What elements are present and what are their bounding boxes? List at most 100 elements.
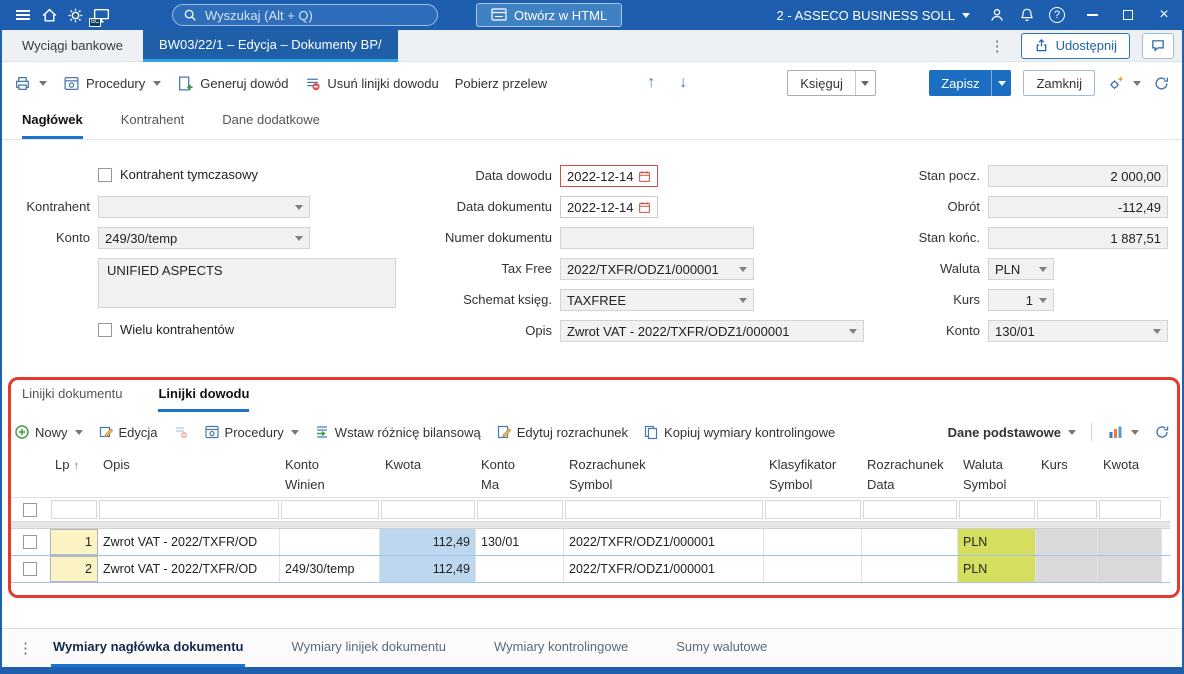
- tab-kontrahent[interactable]: Kontrahent: [121, 112, 185, 139]
- col-rozrachunek-data[interactable]: Rozrachunek Data: [862, 452, 958, 497]
- obrot-field[interactable]: -112,49: [988, 196, 1168, 218]
- col-konto-winien[interactable]: Konto Winien: [280, 452, 380, 497]
- arrow-down-icon[interactable]: ↓: [675, 74, 691, 92]
- kontrahent-name-box[interactable]: UNIFIED ASPECTS: [98, 258, 396, 308]
- waluta-select[interactable]: PLN: [988, 258, 1054, 280]
- settings-gear-icon[interactable]: [62, 2, 88, 28]
- col-kwota[interactable]: Kwota: [380, 452, 476, 497]
- workstation-icon[interactable]: BC: [88, 2, 114, 28]
- tab-wyciagi-bankowe[interactable]: Wyciągi bankowe: [2, 38, 143, 53]
- user-icon[interactable]: [984, 2, 1010, 28]
- zapisz-button[interactable]: Zapisz: [929, 70, 1012, 96]
- dane-podstawowe-selector[interactable]: Dane podstawowe: [948, 425, 1076, 440]
- tab-wymiary-kontrolingowe[interactable]: Wymiary kontrolingowe: [492, 629, 630, 667]
- kontrahent-tymczasowy-checkbox[interactable]: [98, 167, 112, 182]
- table-row[interactable]: 1 Zwrot VAT - 2022/TXFR/OD 112,49 130/01…: [10, 529, 1170, 556]
- filter-lp[interactable]: [51, 500, 97, 519]
- kontrahent-select[interactable]: [98, 196, 310, 218]
- tab-naglowek[interactable]: Nagłówek: [22, 112, 83, 139]
- global-search[interactable]: [172, 4, 438, 26]
- zamknij-button[interactable]: Zamknij: [1023, 70, 1095, 96]
- stan-konc-field[interactable]: 1 887,51: [988, 227, 1168, 249]
- filter-rozrachunek-data[interactable]: [863, 500, 957, 519]
- schemat-ksieg-select[interactable]: TAXFREE: [560, 289, 754, 311]
- col-kwota-waluta[interactable]: Kwota: [1098, 452, 1162, 497]
- copy-dimensions-button[interactable]: Kopiuj wymiary kontrolingowe: [643, 424, 835, 440]
- row-checkbox[interactable]: [23, 562, 37, 576]
- konto-select[interactable]: 249/30/temp: [98, 227, 310, 249]
- chart-view-button[interactable]: [1107, 424, 1139, 440]
- filter-kwota-waluta[interactable]: [1099, 500, 1161, 519]
- wielu-kontrahentow-checkbox[interactable]: [98, 322, 112, 337]
- stan-pocz-field[interactable]: 2 000,00: [988, 165, 1168, 187]
- filter-konto-ma[interactable]: [477, 500, 563, 519]
- open-in-html-button[interactable]: Otwórz w HTML: [476, 3, 623, 27]
- col-kurs[interactable]: Kurs: [1036, 452, 1098, 497]
- filter-rozrachunek-symbol[interactable]: [565, 500, 763, 519]
- select-all-checkbox[interactable]: [23, 502, 37, 517]
- home-icon[interactable]: [36, 2, 62, 28]
- close-icon[interactable]: ×: [1146, 0, 1182, 30]
- download-transfer-button[interactable]: Pobierz przelew: [455, 76, 548, 91]
- col-klasyfikator-symbol[interactable]: Klasyfikator Symbol: [764, 452, 862, 497]
- filter-konto-winien[interactable]: [281, 500, 379, 519]
- edit-settlement-button[interactable]: Edytuj rozrachunek: [496, 424, 628, 440]
- maximize-icon[interactable]: [1110, 0, 1146, 30]
- filter-kurs[interactable]: [1037, 500, 1097, 519]
- filter-kwota[interactable]: [381, 500, 475, 519]
- help-icon[interactable]: ?: [1044, 2, 1070, 28]
- tab-linijki-dokumentu[interactable]: Linijki dokumentu: [22, 386, 122, 412]
- chat-button[interactable]: [1142, 32, 1174, 59]
- col-rozrachunek-symbol[interactable]: Rozrachunek Symbol: [564, 452, 764, 497]
- tab-document-active[interactable]: BW03/22/1 – Edycja – Dokumenty BP/: [143, 29, 398, 62]
- col-lp[interactable]: Lp ↑: [50, 452, 98, 497]
- addons-button[interactable]: [1107, 74, 1141, 92]
- insert-balance-diff-button[interactable]: Wstaw różnicę bilansową: [314, 424, 481, 440]
- tab-wymiary-linijek[interactable]: Wymiary linijek dokumentu: [289, 629, 448, 667]
- tab-dane-dodatkowe[interactable]: Dane dodatkowe: [222, 112, 320, 139]
- chevron-down-icon: [997, 80, 1006, 86]
- col-opis[interactable]: Opis: [98, 452, 280, 497]
- tab-linijki-dowodu[interactable]: Linijki dowodu: [158, 386, 250, 412]
- delete-line-icon-disabled[interactable]: [173, 424, 189, 440]
- calendar-icon[interactable]: [638, 201, 651, 214]
- table-row[interactable]: 2 Zwrot VAT - 2022/TXFR/OD 249/30/temp 1…: [10, 556, 1170, 583]
- numer-dokumentu-field[interactable]: [560, 227, 754, 249]
- more-vertical-icon[interactable]: ⋮: [986, 37, 1009, 55]
- menu-icon[interactable]: [10, 2, 36, 28]
- ksieguj-button[interactable]: Księguj: [787, 70, 876, 96]
- arrow-up-icon[interactable]: ↑: [643, 74, 659, 92]
- data-dowodu-field[interactable]: 2022-12-14: [560, 165, 658, 187]
- company-selector[interactable]: 2 - ASSECO BUSINESS SOLL: [767, 8, 980, 23]
- share-button[interactable]: Udostępnij: [1020, 32, 1130, 59]
- filter-opis[interactable]: [99, 500, 279, 519]
- chevron-down-icon: [295, 204, 303, 210]
- edit-line-button[interactable]: Edycja: [98, 424, 158, 440]
- konto-bankowe-select[interactable]: 130/01: [988, 320, 1168, 342]
- kurs-field[interactable]: 1: [988, 289, 1054, 311]
- tab-wymiary-naglowka[interactable]: Wymiary nagłówka dokumentu: [51, 629, 246, 667]
- row-checkbox[interactable]: [23, 535, 37, 549]
- data-dokumentu-field[interactable]: 2022-12-14: [560, 196, 658, 218]
- minimize-icon[interactable]: [1074, 0, 1110, 30]
- procedures-button[interactable]: Procedury: [63, 75, 162, 92]
- generate-voucher-button[interactable]: Generuj dowód: [177, 75, 288, 92]
- filter-waluta[interactable]: [959, 500, 1035, 519]
- bell-icon[interactable]: [1014, 2, 1040, 28]
- lines-procedures-button[interactable]: Procedury: [204, 424, 299, 440]
- search-input[interactable]: [203, 6, 427, 24]
- refresh-icon[interactable]: [1153, 75, 1170, 92]
- col-konto-ma[interactable]: Konto Ma: [476, 452, 564, 497]
- delete-voucher-lines-button[interactable]: Usuń linijki dowodu: [304, 75, 439, 92]
- more-vertical-icon[interactable]: ⋮: [14, 639, 37, 657]
- calendar-icon[interactable]: [638, 170, 651, 183]
- tax-free-select[interactable]: 2022/TXFR/ODZ1/000001: [560, 258, 754, 280]
- refresh-icon[interactable]: [1154, 424, 1170, 440]
- print-button[interactable]: [14, 75, 47, 92]
- chevron-down-icon: [153, 80, 162, 86]
- tab-sumy-walutowe[interactable]: Sumy walutowe: [674, 629, 769, 667]
- col-waluta-symbol[interactable]: Waluta Symbol: [958, 452, 1036, 497]
- opis-select[interactable]: Zwrot VAT - 2022/TXFR/ODZ1/000001: [560, 320, 864, 342]
- filter-klasyfikator[interactable]: [765, 500, 861, 519]
- new-line-button[interactable]: Nowy: [14, 424, 83, 440]
